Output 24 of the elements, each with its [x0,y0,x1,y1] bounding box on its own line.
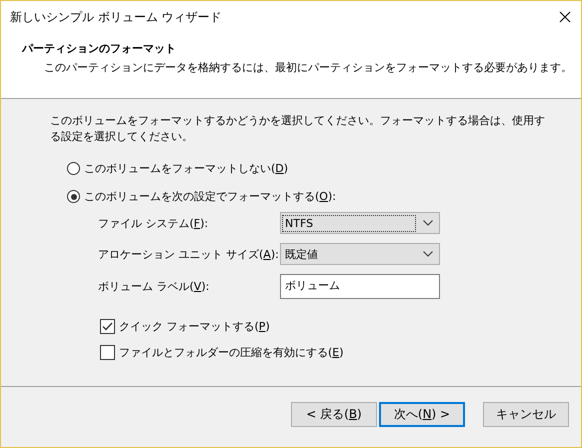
checkbox-label[interactable]: ファイルとフォルダーの圧縮を有効にする(E) [119,345,344,360]
checkbox[interactable] [100,319,115,334]
field-label: ファイル システム(F): [98,216,210,230]
radio-button[interactable] [67,190,80,203]
window-title: 新しいシンプル ボリューム ウィザード [10,8,222,26]
chevron-down-icon [423,220,433,226]
dialog-button[interactable]: 次へ(N) > [379,402,465,426]
field-label: ボリューム ラベル(V): [98,279,210,294]
radio-label[interactable]: このボリュームをフォーマットしない(D) [84,161,288,176]
instruction-text: このボリュームをフォーマットするかどうかを選択してください。フォーマットする場合は、使用する設定を選択してください。 [50,113,546,145]
dialog-button[interactable]: < 戻る(B) [291,402,377,426]
radio-label[interactable]: このボリュームを次の設定でフォーマットする(O): [84,189,336,204]
dialog-button[interactable]: キャンセル [483,402,569,426]
field-label: アロケーション ユニット サイズ(A): [98,246,280,262]
radio-button[interactable] [67,162,80,175]
dropdown[interactable]: 既定値 [280,243,440,265]
input-field[interactable]: ボリューム [280,274,440,299]
checkbox-label[interactable]: クイック フォーマットする(P) [119,319,270,334]
checkbox[interactable] [100,345,115,360]
header-subtitle: このパーティションにデータを格納するには、最初にパーティションをフォーマットする必要があります。 [44,60,572,75]
header-title: パーティションのフォーマット [22,41,176,56]
close-icon[interactable] [559,11,571,23]
chevron-down-icon [423,251,433,257]
dropdown[interactable]: NTFS [280,212,440,234]
